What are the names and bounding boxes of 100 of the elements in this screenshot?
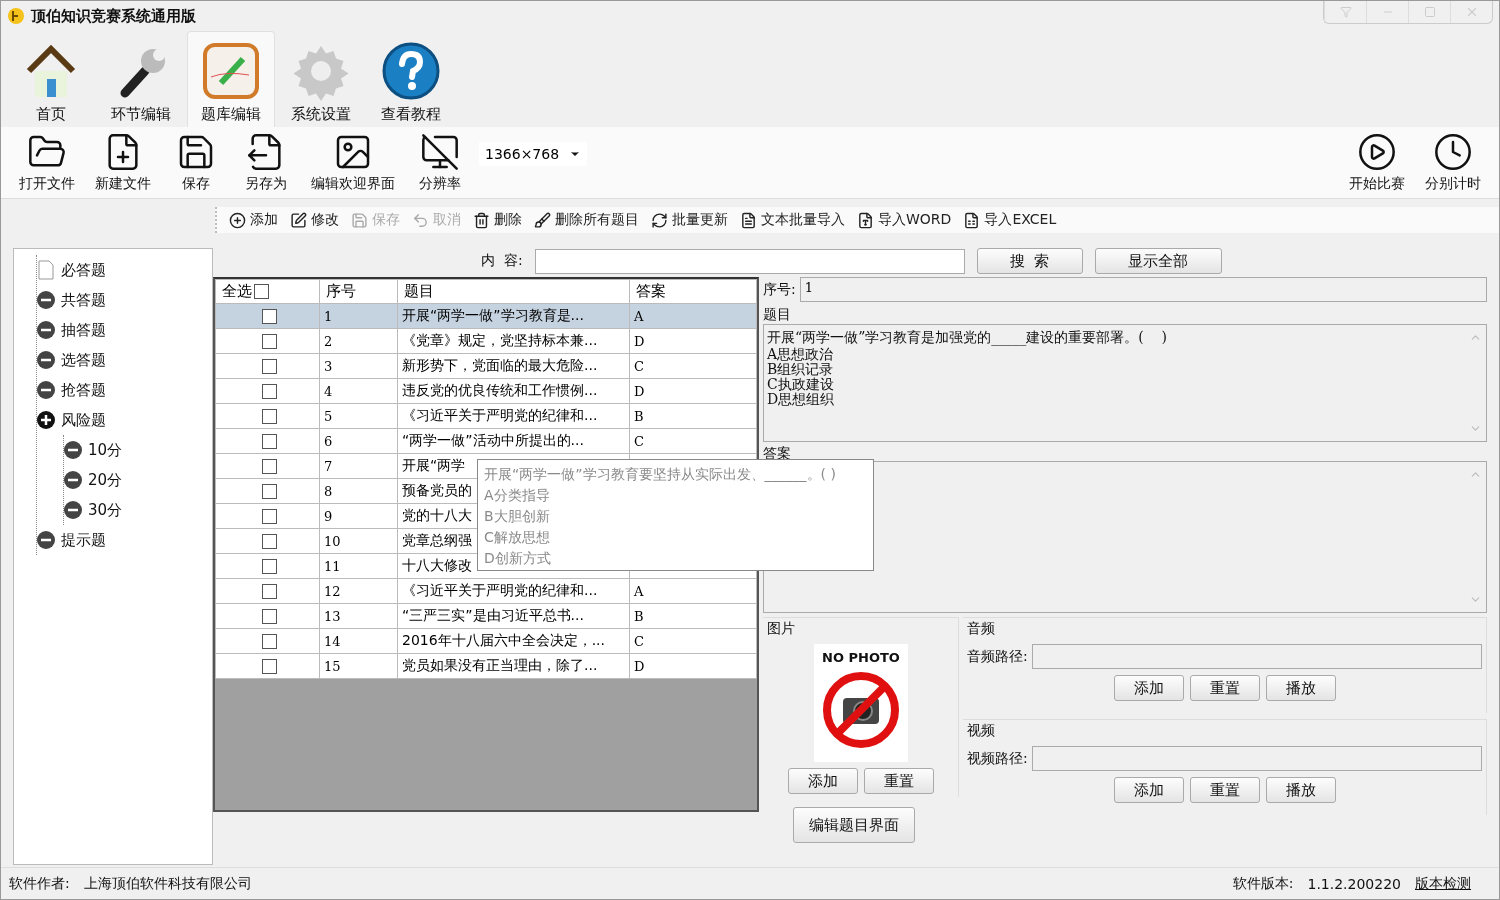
plus-circle-icon bbox=[229, 211, 246, 229]
ribbon-tab[interactable]: 环节编辑 bbox=[97, 31, 185, 127]
action-button[interactable]: 批量更新 bbox=[651, 211, 728, 229]
table-cell: 14 bbox=[324, 634, 341, 649]
row-checkbox[interactable] bbox=[261, 509, 277, 525]
toolbar-button[interactable]: 保存 bbox=[165, 132, 227, 193]
toolbar-button[interactable]: 分辨率 bbox=[409, 132, 471, 193]
row-checkbox[interactable] bbox=[261, 384, 277, 400]
search-field[interactable] bbox=[534, 248, 965, 274]
version-check-link[interactable]: 版本检测 bbox=[1415, 874, 1471, 893]
tree-item[interactable]: 必答题 bbox=[37, 255, 212, 285]
row-checkbox[interactable] bbox=[261, 659, 277, 675]
tree-item[interactable]: 20分 bbox=[64, 465, 212, 495]
picture-button[interactable]: 添加 bbox=[787, 768, 858, 794]
toolbar-button[interactable]: 开始比赛 bbox=[1343, 132, 1411, 193]
collapse-icon[interactable] bbox=[64, 501, 82, 519]
action-button[interactable]: 删除 bbox=[473, 211, 522, 229]
table-row[interactable]: 14 2016年十八届六中全会决定，... C bbox=[215, 628, 757, 654]
collapse-icon[interactable] bbox=[37, 531, 55, 549]
ribbon-tab[interactable]: 查看教程 bbox=[367, 31, 455, 127]
audio-button[interactable]: 重置 bbox=[1189, 675, 1260, 701]
tree-item[interactable]: 选答题 bbox=[37, 345, 212, 375]
tooltip: 开展“两学一做”学习教育要坚持从实际出发、______。( ) A分类指导 B大胆创新 C解放思想 D创新方式 bbox=[477, 459, 874, 571]
tree-item[interactable]: 30分 bbox=[64, 495, 212, 525]
table-cell: 开展“两学一做”学习教育是... bbox=[402, 307, 584, 323]
table-row[interactable]: 13 “三严三实”是由习近平总书... B bbox=[215, 603, 757, 629]
table-cell: 8 bbox=[324, 484, 333, 499]
column-header[interactable]: 答案 bbox=[629, 279, 757, 304]
collapse-icon[interactable] bbox=[37, 321, 55, 339]
table-row[interactable]: 3 新形势下，党面临的最大危险... C bbox=[215, 353, 757, 379]
row-checkbox[interactable] bbox=[261, 334, 277, 350]
toolbar-button[interactable]: 编辑欢迎界面 bbox=[305, 132, 401, 193]
action-button[interactable]: 文本批量导入 bbox=[740, 211, 845, 229]
ribbon-tab[interactable]: 首页 bbox=[7, 31, 95, 127]
row-checkbox[interactable] bbox=[261, 359, 277, 375]
search-button[interactable]: 搜 索 bbox=[976, 248, 1083, 274]
table-row[interactable]: 2 《党章》规定，党坚持标本兼... D bbox=[215, 328, 757, 354]
audio-path-field[interactable] bbox=[1031, 644, 1482, 669]
row-checkbox[interactable] bbox=[261, 484, 277, 500]
row-checkbox[interactable] bbox=[261, 459, 277, 475]
tree-item[interactable]: 风险题 bbox=[37, 405, 212, 435]
row-checkbox[interactable] bbox=[261, 584, 277, 600]
collapse-icon[interactable] bbox=[37, 351, 55, 369]
audio-button[interactable]: 播放 bbox=[1265, 675, 1336, 701]
action-button[interactable]: 修改 bbox=[290, 211, 339, 229]
edit-screen-button[interactable]: 编辑题目界面 bbox=[793, 807, 915, 843]
toolbar-button[interactable]: 新建文件 bbox=[89, 132, 157, 193]
tree-item[interactable]: 提示题 bbox=[37, 525, 212, 555]
table-row[interactable]: 5 《习近平关于严明党的纪律和... B bbox=[215, 403, 757, 429]
video-button[interactable]: 添加 bbox=[1113, 777, 1184, 803]
trash-icon bbox=[473, 211, 490, 229]
table-cell: 15 bbox=[324, 659, 341, 674]
table-row[interactable]: 6 “两学一做”活动中所提出的... C bbox=[215, 428, 757, 454]
tree-item[interactable]: 抽答题 bbox=[37, 315, 212, 345]
number-field[interactable]: 1 bbox=[799, 277, 1487, 302]
resolution-dropdown[interactable]: 1366×768 bbox=[479, 141, 588, 166]
row-checkbox[interactable] bbox=[261, 434, 277, 450]
video-button[interactable]: 重置 bbox=[1189, 777, 1260, 803]
action-button[interactable]: 导入EXCEL bbox=[963, 211, 1057, 229]
tree-item[interactable]: 10分 bbox=[64, 435, 212, 465]
audio-button[interactable]: 添加 bbox=[1113, 675, 1184, 701]
table-row[interactable]: 15 党员如果没有正当理由，除了... D bbox=[215, 653, 757, 679]
expand-icon[interactable] bbox=[37, 411, 55, 429]
video-button[interactable]: 播放 bbox=[1265, 777, 1336, 803]
select-all-checkbox[interactable] bbox=[254, 284, 269, 299]
column-header[interactable]: 序号 bbox=[319, 279, 398, 304]
row-checkbox[interactable] bbox=[261, 634, 277, 650]
toolbar-button[interactable]: 另存为 bbox=[235, 132, 297, 193]
table-cell: 违反党的优良传统和工作惯例... bbox=[402, 382, 598, 398]
column-header[interactable]: 全选 bbox=[215, 279, 320, 304]
action-button[interactable]: 导入WORD bbox=[857, 211, 952, 229]
ribbon-tab[interactable]: 题库编辑 bbox=[187, 31, 275, 127]
table-row[interactable]: 4 违反党的优良传统和工作惯例... D bbox=[215, 378, 757, 404]
ribbon-tab[interactable]: 系统设置 bbox=[277, 31, 365, 127]
row-checkbox[interactable] bbox=[261, 534, 277, 550]
tree-item[interactable]: 抢答题 bbox=[37, 375, 212, 405]
action-button[interactable]: 添加 bbox=[229, 211, 278, 229]
show-all-button[interactable]: 显示全部 bbox=[1094, 248, 1222, 274]
table-cell: 3 bbox=[324, 359, 333, 374]
table-row[interactable]: 12 《习近平关于严明党的纪律和... A bbox=[215, 578, 757, 604]
collapse-icon[interactable] bbox=[64, 471, 82, 489]
action-button[interactable]: 删除所有题目 bbox=[534, 211, 639, 229]
toolbar-button[interactable]: 打开文件 bbox=[13, 132, 81, 193]
table-cell: 2 bbox=[324, 334, 333, 349]
table-cell: 5 bbox=[324, 409, 333, 424]
row-checkbox[interactable] bbox=[261, 409, 277, 425]
table-row[interactable]: 1 开展“两学一做”学习教育是... A bbox=[215, 303, 757, 329]
collapse-icon[interactable] bbox=[37, 381, 55, 399]
picture-button[interactable]: 重置 bbox=[863, 768, 934, 794]
answer-label: 答案 bbox=[763, 446, 792, 461]
row-checkbox[interactable] bbox=[261, 609, 277, 625]
column-header[interactable]: 题目 bbox=[397, 279, 630, 304]
collapse-icon[interactable] bbox=[64, 441, 82, 459]
video-path-field[interactable] bbox=[1031, 746, 1482, 771]
row-checkbox[interactable] bbox=[261, 559, 277, 575]
tree-item[interactable]: 共答题 bbox=[37, 285, 212, 315]
collapse-icon[interactable] bbox=[37, 291, 55, 309]
excel-file-icon bbox=[963, 211, 981, 229]
row-checkbox[interactable] bbox=[261, 309, 277, 325]
toolbar-button[interactable]: 分别计时 bbox=[1419, 132, 1487, 193]
